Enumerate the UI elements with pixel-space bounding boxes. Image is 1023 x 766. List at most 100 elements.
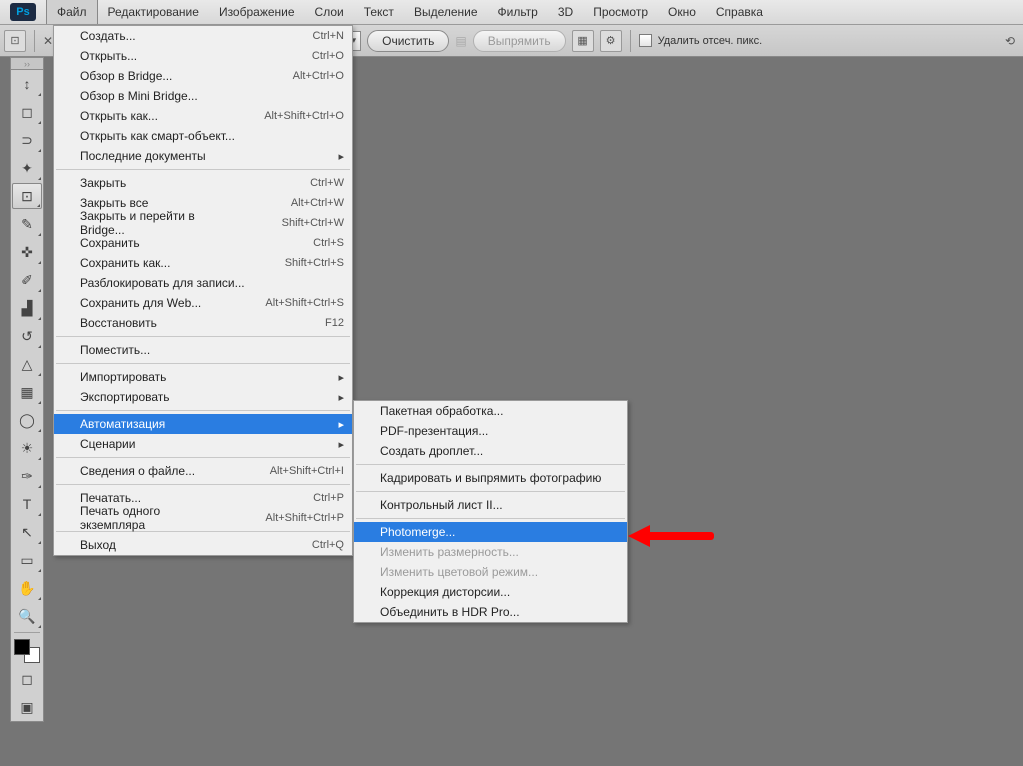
- file-menu-item-5[interactable]: Открыть как смарт-объект...: [54, 126, 352, 146]
- file-menu-item-1[interactable]: Открыть...Ctrl+O: [54, 46, 352, 66]
- auto-menu-item-1[interactable]: PDF-презентация...: [354, 421, 627, 441]
- file-menu-item-3[interactable]: Обзор в Mini Bridge...: [54, 86, 352, 106]
- menu-item-label: Экспортировать: [80, 390, 170, 404]
- file-menu-item-12[interactable]: Сохранить как...Shift+Ctrl+S: [54, 253, 352, 273]
- file-menu-item-23[interactable]: Сценарии: [54, 434, 352, 454]
- wand-tool[interactable]: ✦: [12, 155, 42, 181]
- menu-слои[interactable]: Слои: [305, 0, 354, 24]
- file-menu-item-20[interactable]: Экспортировать: [54, 387, 352, 407]
- stamp-tool[interactable]: ▟: [12, 295, 42, 321]
- crop-tool[interactable]: ⊡: [12, 183, 42, 209]
- marquee-tool[interactable]: ◻: [12, 99, 42, 125]
- menu-item-shortcut: Alt+Shift+Ctrl+S: [225, 297, 344, 309]
- menu-item-label: Разблокировать для записи...: [80, 276, 245, 290]
- color-swatches[interactable]: [12, 637, 42, 665]
- straighten-button[interactable]: Выпрямить: [473, 30, 566, 52]
- eraser-tool[interactable]: △: [12, 351, 42, 377]
- menu-item-label: Обзор в Bridge...: [80, 69, 172, 83]
- menu-изображение[interactable]: Изображение: [209, 0, 305, 24]
- auto-menu-item-4[interactable]: Кадрировать и выпрямить фотографию: [354, 468, 627, 488]
- menu-фильтр[interactable]: Фильтр: [488, 0, 548, 24]
- crop-preset-icon[interactable]: ⊡: [4, 30, 26, 52]
- menu-item-label: Создать дроплет...: [380, 444, 483, 458]
- menu-item-label: Восстановить: [80, 316, 157, 330]
- clear-button[interactable]: Очистить: [367, 30, 449, 52]
- menu-item-label: Последние документы: [80, 149, 206, 163]
- hand-tool[interactable]: ✋: [12, 575, 42, 601]
- menu-текст[interactable]: Текст: [354, 0, 404, 24]
- menu-редактирование[interactable]: Редактирование: [98, 0, 209, 24]
- file-menu-item-14[interactable]: Сохранить для Web... Alt+Shift+Ctrl+S: [54, 293, 352, 313]
- file-menu-item-19[interactable]: Импортировать: [54, 367, 352, 387]
- menu-item-label: PDF-презентация...: [380, 424, 488, 438]
- menu-item-label: Объединить в HDR Pro...: [380, 605, 520, 619]
- history-brush-tool[interactable]: ↺: [12, 323, 42, 349]
- file-menu-item-13[interactable]: Разблокировать для записи...: [54, 273, 352, 293]
- auto-menu-item-12[interactable]: Объединить в HDR Pro...: [354, 602, 627, 622]
- file-menu-item-8[interactable]: ЗакрытьCtrl+W: [54, 173, 352, 193]
- auto-menu-item-0[interactable]: Пакетная обработка...: [354, 401, 627, 421]
- lasso-tool[interactable]: ⊃: [12, 127, 42, 153]
- menu-item-shortcut: Shift+Ctrl+W: [242, 217, 344, 229]
- file-menu-item-2[interactable]: Обзор в Bridge...Alt+Ctrl+O: [54, 66, 352, 86]
- type-tool[interactable]: T: [12, 491, 42, 517]
- menu-файл[interactable]: Файл: [46, 0, 98, 24]
- menu-3d[interactable]: 3D: [548, 0, 583, 24]
- menu-справка[interactable]: Справка: [706, 0, 773, 24]
- move-tool[interactable]: ↕: [12, 71, 42, 97]
- eyedropper-tool[interactable]: ✎: [12, 211, 42, 237]
- auto-menu-item-2[interactable]: Создать дроплет...: [354, 441, 627, 461]
- brush-tool[interactable]: ✐: [12, 267, 42, 293]
- shape-tool[interactable]: ▭: [12, 547, 42, 573]
- menu-item-label: Открыть как...: [80, 109, 158, 123]
- pen-tool[interactable]: ✑: [12, 463, 42, 489]
- menu-item-label: Выход: [80, 538, 116, 552]
- crop-mode-icon[interactable]: ✕: [43, 34, 53, 48]
- toolbar-grip[interactable]: ››: [10, 57, 44, 69]
- reset-icon[interactable]: ⟲: [1001, 32, 1019, 50]
- file-menu-item-0[interactable]: Создать...Ctrl+N: [54, 26, 352, 46]
- menu-item-shortcut: Ctrl+O: [272, 50, 344, 62]
- file-menu-item-15[interactable]: ВосстановитьF12: [54, 313, 352, 333]
- separator: [630, 30, 631, 52]
- menu-окно[interactable]: Окно: [658, 0, 706, 24]
- auto-menu-item-6[interactable]: Контрольный лист II...: [354, 495, 627, 515]
- menu-item-label: Автоматизация: [80, 417, 165, 431]
- menu-выделение[interactable]: Выделение: [404, 0, 488, 24]
- auto-menu-item-8[interactable]: Photomerge...: [354, 522, 627, 542]
- annotation-arrow: [628, 525, 713, 545]
- file-menu-item-11[interactable]: СохранитьCtrl+S: [54, 233, 352, 253]
- menu-item-shortcut: Alt+Ctrl+W: [251, 197, 344, 209]
- menu-separator: [356, 518, 625, 519]
- file-menu-item-10[interactable]: Закрыть и перейти в Bridge...Shift+Ctrl+…: [54, 213, 352, 233]
- blur-tool[interactable]: ◯: [12, 407, 42, 433]
- quickmask-toggle[interactable]: ◻: [12, 666, 42, 692]
- menu-item-label: Изменить цветовой режим...: [380, 565, 538, 579]
- file-menu-item-6[interactable]: Последние документы: [54, 146, 352, 166]
- file-menu-item-25[interactable]: Сведения о файле...Alt+Shift+Ctrl+I: [54, 461, 352, 481]
- dodge-tool[interactable]: ☀: [12, 435, 42, 461]
- menu-просмотр[interactable]: Просмотр: [583, 0, 658, 24]
- auto-menu-item-11[interactable]: Коррекция дисторсии...: [354, 582, 627, 602]
- path-select-tool[interactable]: ↖: [12, 519, 42, 545]
- menu-item-label: Сведения о файле...: [80, 464, 195, 478]
- file-menu-item-22[interactable]: Автоматизация: [54, 414, 352, 434]
- settings-gear-icon[interactable]: ⚙: [600, 30, 622, 52]
- delete-crop-checkbox[interactable]: [639, 34, 652, 47]
- auto-menu-item-9: Изменить размерность...: [354, 542, 627, 562]
- straighten-button-label: Выпрямить: [488, 34, 551, 48]
- zoom-tool[interactable]: 🔍: [12, 603, 42, 629]
- gradient-tool[interactable]: ▦: [12, 379, 42, 405]
- screenmode-toggle[interactable]: ▣: [12, 694, 42, 720]
- delete-crop-label: Удалить отсеч. пикс.: [658, 35, 763, 47]
- grid-overlay-icon[interactable]: ▦: [572, 30, 594, 52]
- file-menu-item-4[interactable]: Открыть как...Alt+Shift+Ctrl+O: [54, 106, 352, 126]
- file-menu-item-28[interactable]: Печать одного экземпляраAlt+Shift+Ctrl+P: [54, 508, 352, 528]
- menu-item-shortcut: Alt+Shift+Ctrl+P: [225, 512, 344, 524]
- menu-item-label: Открыть как смарт-объект...: [80, 129, 235, 143]
- file-menu-item-17[interactable]: Поместить...: [54, 340, 352, 360]
- file-menu-item-30[interactable]: ВыходCtrl+Q: [54, 535, 352, 555]
- menu-item-label: Сохранить для Web...: [80, 296, 201, 310]
- menu-bar: Ps ФайлРедактированиеИзображениеСлоиТекс…: [0, 0, 1023, 25]
- heal-tool[interactable]: ✜: [12, 239, 42, 265]
